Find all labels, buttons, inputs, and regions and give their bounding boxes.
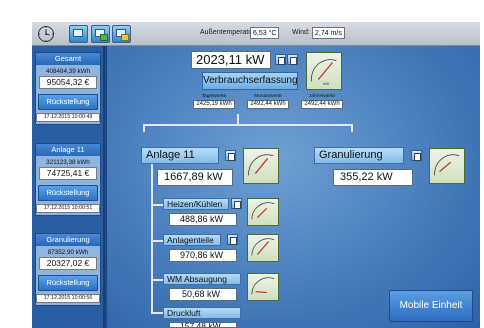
app-window: Außentemperatur: 6,53 °C Wind: 2,74 m/s … <box>32 22 480 328</box>
consumer-value-anlagenteile: 970,86 kW <box>169 249 237 262</box>
detail-view-button[interactable] <box>91 25 110 43</box>
stat-value: 2492,44 kWh <box>301 100 343 109</box>
sidebar-reset-date: 17.12.2015 10:00:51 <box>36 204 100 213</box>
reset-button-anlage[interactable]: Rückstellung <box>38 185 98 201</box>
consumer-value-wm-absaugung: 50,68 kW <box>169 288 237 301</box>
sidebar-energy: 87352,90 kWh <box>47 249 89 256</box>
overview-view-button[interactable] <box>69 25 88 43</box>
gauge-icon: kW <box>306 52 342 90</box>
stat-value: 2425,19 kWh <box>193 100 235 109</box>
document-icon[interactable] <box>411 150 422 161</box>
gauge-icon <box>243 148 279 184</box>
sidebar-group-granulierung: Granulierung 87352,90 kWh 20327,02 € Rüc… <box>35 233 101 306</box>
top-toolbar: Außentemperatur: 6,53 °C Wind: 2,74 m/s <box>32 22 480 46</box>
sidebar-cost: 74725,41 € <box>39 167 97 180</box>
granulierung-label[interactable]: Granulierung <box>314 147 404 164</box>
gauge-icon <box>247 273 279 301</box>
consumer-label-druckluft[interactable]: Druckluft <box>163 307 241 319</box>
sidebar-group-title: Gesamt <box>36 53 100 65</box>
connector-line <box>151 312 163 314</box>
gauge-icon <box>247 198 279 226</box>
main-area: 2023,11 kW Verbrauchserfassung kW Tagesw… <box>107 46 480 328</box>
sidebar-group-anlage: Anlage 11 321123,38 kWh 74725,41 € Rücks… <box>35 143 101 216</box>
anlage-label[interactable]: Anlage 11 <box>141 147 219 164</box>
sidebar-energy: 408484,39 kWh <box>45 68 91 75</box>
grid-icon <box>121 34 129 41</box>
wind-label: Wind: <box>292 29 310 36</box>
total-power-value: 2023,11 kW <box>191 51 271 69</box>
sidebar-group-title: Anlage 11 <box>36 144 100 156</box>
consumer-label-anlagenteile[interactable]: Anlagenteile <box>163 234 221 246</box>
connector-line <box>151 279 163 281</box>
outside-temp-label: Außentemperatur: <box>200 29 257 36</box>
reset-button-granulierung[interactable]: Rückstellung <box>38 275 98 291</box>
document-icon[interactable] <box>227 234 238 245</box>
document-icon[interactable] <box>225 150 236 161</box>
clock-icon[interactable] <box>37 25 55 43</box>
consumer-value-heizen: 488,86 kW <box>169 213 237 226</box>
connector-line <box>151 204 163 206</box>
connector-line <box>143 124 353 126</box>
connector-line <box>143 124 145 132</box>
document-icon[interactable] <box>231 198 242 209</box>
mobile-unit-button[interactable]: Mobile Einheit <box>389 290 473 322</box>
consumer-label-heizen[interactable]: Heizen/Kühlen <box>163 198 229 210</box>
sidebar-group-title: Granulierung <box>36 234 100 246</box>
sidebar-reset-date: 17.12.2015 10:00:56 <box>36 294 100 303</box>
consumer-value-druckluft: 157,48 kW <box>169 322 237 328</box>
svg-text:kW: kW <box>323 82 329 86</box>
document-icon[interactable] <box>287 54 298 65</box>
connector-line <box>351 124 353 132</box>
consumer-label-wm-absaugung[interactable]: WM Absaugung <box>163 273 241 285</box>
wind-value: 2,74 m/s <box>312 27 345 39</box>
stat-label: Monatswerte <box>254 94 282 99</box>
sidebar-group-gesamt: Gesamt 408484,39 kWh 95054,32 € Rückstel… <box>35 52 101 125</box>
gauge-icon <box>429 148 465 184</box>
stat-value: 2492,44 kWh <box>247 100 289 109</box>
reset-button-gesamt[interactable]: Rückstellung <box>38 94 98 110</box>
connector-line <box>237 114 239 124</box>
connector-line <box>151 240 163 242</box>
stat-label: Jahreswerte <box>308 94 336 99</box>
window-icon <box>73 29 83 37</box>
granulierung-value: 355,22 kW <box>333 169 413 186</box>
gauge-icon <box>247 234 279 262</box>
outside-temp-value: 6,53 °C <box>250 27 280 39</box>
chart-icon <box>100 34 108 41</box>
consumption-capture-button[interactable]: Verbrauchserfassung <box>202 72 298 90</box>
sidebar: Gesamt 408484,39 kWh 95054,32 € Rückstel… <box>32 46 105 328</box>
sidebar-cost: 95054,32 € <box>39 76 97 89</box>
sidebar-cost: 20327,02 € <box>39 257 97 270</box>
sidebar-energy: 321123,38 kWh <box>46 159 90 166</box>
connector-line <box>151 164 153 314</box>
stat-label: Tageswerte <box>201 94 227 99</box>
compare-view-button[interactable] <box>112 25 131 43</box>
anlage-value: 1667,89 kW <box>157 169 233 186</box>
document-icon[interactable] <box>275 54 286 65</box>
sidebar-reset-date: 17.12.2015 10:00:49 <box>36 113 100 122</box>
